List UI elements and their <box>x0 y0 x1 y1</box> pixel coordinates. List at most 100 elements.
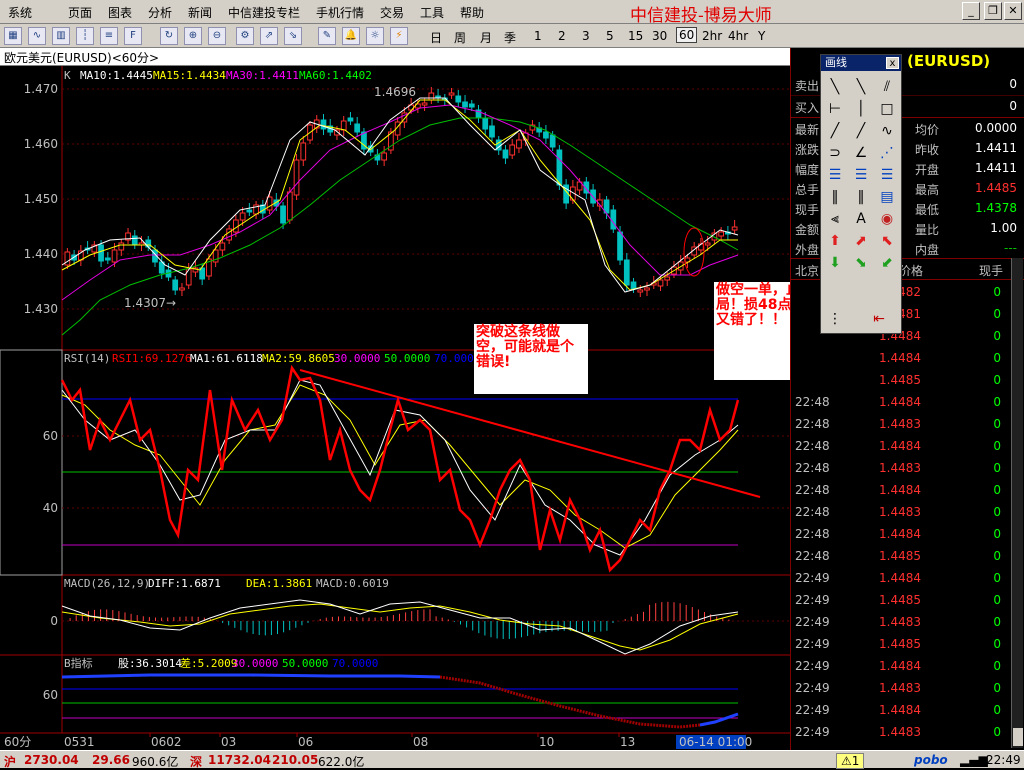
tick-row: 22:49 1.4483 0 <box>791 722 1011 744</box>
candle-body <box>354 123 361 133</box>
quote-symbol: (EURUSD) <box>907 52 991 70</box>
period-1min[interactable]: 1 <box>534 29 542 43</box>
menu-analysis[interactable]: 分析 <box>148 4 172 21</box>
refresh-icon[interactable]: ↻ <box>160 27 178 45</box>
period-60min[interactable]: 60 <box>676 27 698 43</box>
period-15min[interactable]: 15 <box>628 29 643 43</box>
menu-page[interactable]: 页面 <box>68 4 92 21</box>
up-left-arrow-icon[interactable]: ⬉ <box>875 231 899 251</box>
quote-row-label-left: 总手 <box>795 183 820 197</box>
candle-body <box>637 289 644 293</box>
cycle-tool-icon[interactable]: ‖ <box>823 187 847 207</box>
menu-help[interactable]: 帮助 <box>460 4 484 21</box>
rect-tool-icon[interactable]: □ <box>875 99 899 119</box>
sh-amount: 960.6亿 <box>132 755 179 769</box>
line-tool-icon[interactable]: ╲ <box>823 77 847 97</box>
arc-tool-icon[interactable]: ⊃ <box>823 143 847 163</box>
menu-mobile-quotes[interactable]: 手机行情 <box>316 4 364 21</box>
gann-tool-icon[interactable]: ☰ <box>875 165 899 185</box>
down-arrow-icon[interactable]: ⬇ <box>823 253 847 273</box>
period-week[interactable]: 周 <box>454 29 466 46</box>
trend-tool-icon[interactable]: ╱ <box>849 121 873 141</box>
period-day[interactable]: 日 <box>430 29 442 46</box>
menu-trade[interactable]: 交易 <box>380 4 404 21</box>
menu-tools[interactable]: 工具 <box>420 4 444 21</box>
up-arrow-icon[interactable]: ⬆ <box>823 231 847 251</box>
sh-change: 29.66 <box>92 753 130 767</box>
menu-system[interactable]: 系统 <box>8 4 32 21</box>
quote-list-icon[interactable]: ▦ <box>4 27 22 45</box>
xaxis-unit: 60分 <box>4 735 31 749</box>
tick-row: 22:48 1.4483 0 <box>791 458 1011 480</box>
menu-news[interactable]: 新闻 <box>188 4 212 21</box>
tick-scrollbar[interactable] <box>1011 258 1023 748</box>
tick-time: 22:48 <box>795 527 830 541</box>
tick-icon[interactable]: ≡ <box>100 27 118 45</box>
period-3min[interactable]: 3 <box>582 29 590 43</box>
price-ytick: 1.430 <box>24 302 58 316</box>
restore-icon[interactable]: ❐ <box>984 2 1002 20</box>
formula-icon[interactable]: ☼ <box>366 27 384 45</box>
period-quarter[interactable]: 季 <box>504 29 516 46</box>
period-year[interactable]: Y <box>758 29 765 43</box>
settings-icon[interactable]: ⚙ <box>236 27 254 45</box>
zoom-out-icon[interactable]: ⊖ <box>208 27 226 45</box>
wave-tool-icon[interactable]: ∿ <box>875 121 899 141</box>
sell-value: 0 <box>1009 77 1017 91</box>
sz-index: 11732.04 <box>208 753 272 767</box>
period-5min[interactable]: 5 <box>606 29 614 43</box>
delete-lines-icon[interactable]: ⇤ <box>867 309 891 329</box>
close-icon[interactable]: ✕ <box>1004 2 1022 20</box>
zoom-in-icon[interactable]: ⊕ <box>184 27 202 45</box>
angle-tool-icon[interactable]: ∠ <box>849 143 873 163</box>
candle-body <box>610 209 617 230</box>
candle-body <box>381 152 388 161</box>
lightning-icon[interactable]: ⚡ <box>390 27 408 45</box>
fan-tool-icon[interactable]: ⋰ <box>875 143 899 163</box>
grid-tool-icon[interactable]: ▤ <box>875 187 899 207</box>
ball-tool-icon[interactable]: ◉ <box>875 209 899 229</box>
tick-time: 22:49 <box>795 659 830 673</box>
period-4hr[interactable]: 4hr <box>728 29 748 43</box>
down-left-arrow-icon[interactable]: ⬋ <box>875 253 899 273</box>
status-bar: 沪 2730.04 29.66 960.6亿 深 11732.04 210.05… <box>0 750 1024 769</box>
bar-chart-icon[interactable]: ▥ <box>52 27 70 45</box>
hline-tool-icon[interactable]: ⊢ <box>823 99 847 119</box>
chart-area[interactable]: 1.470 1.460 1.450 1.440 1.430 K MA10:1.4… <box>0 66 790 750</box>
f10-icon[interactable]: F <box>124 27 142 45</box>
period-month[interactable]: 月 <box>480 29 492 46</box>
channel-tool-icon[interactable]: ☰ <box>849 165 873 185</box>
line-chart-icon[interactable]: ∿ <box>28 27 46 45</box>
alarm-bell-icon[interactable]: 🔔 <box>342 27 360 45</box>
draw-tool-icon[interactable]: ✎ <box>318 27 336 45</box>
fib-tool-icon[interactable]: ☰ <box>823 165 847 185</box>
candle-body <box>421 102 428 106</box>
period-2hr[interactable]: 2hr <box>702 29 722 43</box>
tick-price: 1.4484 <box>879 527 921 541</box>
tick-price: 1.4484 <box>879 439 921 453</box>
marker-tool-icon[interactable]: ⋮ <box>823 309 847 329</box>
period-2min[interactable]: 2 <box>558 29 566 43</box>
vline-tool-icon[interactable]: │ <box>849 99 873 119</box>
up-right-arrow-icon[interactable]: ⬈ <box>849 231 873 251</box>
export-icon[interactable]: ⇗ <box>260 27 278 45</box>
alert-count-badge[interactable]: ⚠1 <box>836 753 865 769</box>
kline-icon[interactable]: ┆ <box>76 27 94 45</box>
menu-citic-column[interactable]: 中信建投专栏 <box>228 4 300 21</box>
import-icon[interactable]: ⇘ <box>284 27 302 45</box>
parallel-tool-icon[interactable]: ⫽ <box>875 77 899 97</box>
candle-body <box>280 205 286 224</box>
candle-body <box>630 281 637 290</box>
segment-tool-icon[interactable]: ╱ <box>823 121 847 141</box>
text-tool-icon[interactable]: A <box>849 209 873 229</box>
minimize-icon[interactable]: _ <box>962 2 980 20</box>
ray-tool-icon[interactable]: ╲ <box>849 77 873 97</box>
scroll-thumb[interactable] <box>1013 728 1023 746</box>
speed-tool-icon[interactable]: ⫷ <box>823 209 847 229</box>
tick-volume: 0 <box>993 373 1001 387</box>
drawing-panel-close-button[interactable]: x <box>886 57 899 69</box>
down-right-arrow-icon[interactable]: ⬊ <box>849 253 873 273</box>
period-tool-icon[interactable]: ‖ <box>849 187 873 207</box>
menu-chart[interactable]: 图表 <box>108 4 132 21</box>
period-30min[interactable]: 30 <box>652 29 667 43</box>
